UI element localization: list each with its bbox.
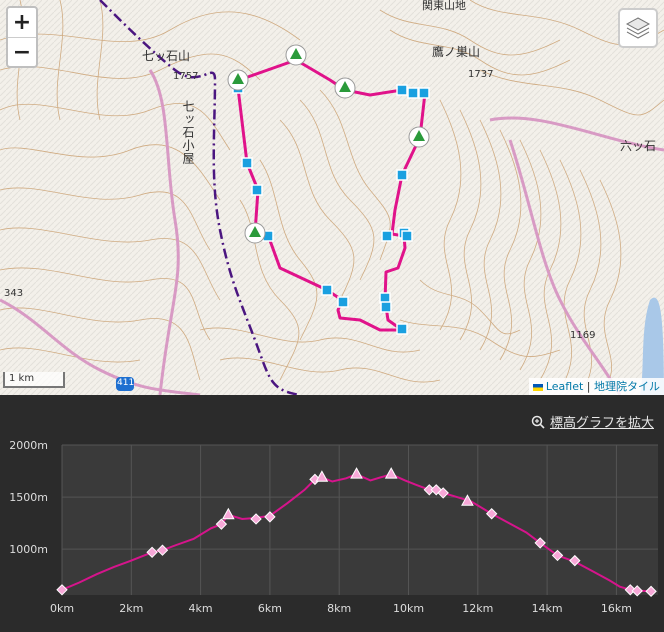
label-takanosu-yama: 鷹ノ巣山 — [432, 45, 481, 59]
label-nanatsuishi-yama: 七ッ石山 — [142, 49, 191, 63]
attribution: Leaflet | 地理院タイル — [528, 378, 664, 395]
attribution-separator: | — [583, 380, 594, 393]
expand-graph-button[interactable]: 標高グラフを拡大 — [531, 412, 654, 431]
label-nanatsuishi-goya: 七ッ石小屋 — [181, 100, 195, 165]
label-elev-343: 343 — [4, 288, 24, 299]
y-tick-label: 1000m — [9, 543, 48, 556]
topographic-map-tiles — [0, 0, 664, 395]
plot-area — [62, 445, 658, 595]
zoom-in-icon — [531, 415, 545, 429]
ukraine-flag-icon — [532, 383, 543, 391]
label-elev-1757: 1757 — [173, 71, 199, 82]
label-rokkuishi: 六ッ石 — [620, 139, 657, 153]
scale-bar: 1 km — [3, 372, 65, 388]
y-tick-label: 2000m — [9, 439, 48, 452]
x-tick-label: 2km — [119, 602, 143, 615]
layers-button[interactable] — [618, 8, 658, 48]
x-tick-label: 14km — [532, 602, 563, 615]
x-tick-label: 16km — [601, 602, 632, 615]
x-tick-label: 6km — [258, 602, 282, 615]
y-tick-label: 1500m — [9, 491, 48, 504]
elevation-graph-panel: 1000m 1500m 2000m 0km 2km 4km 6km 8km 10km 12km 14… — [0, 395, 664, 632]
x-tick-label: 8km — [327, 602, 351, 615]
x-tick-label: 4km — [189, 602, 213, 615]
map-view[interactable]: 七ッ石山 1757 七ッ石小屋 鷹ノ巣山 1737 関東山地 六ッ石 343 1… — [0, 0, 664, 395]
label-elev-1169: 1169 — [570, 330, 596, 341]
layers-icon — [625, 17, 651, 39]
zoom-out-button[interactable]: − — [8, 37, 36, 66]
zoom-control: + − — [6, 6, 38, 68]
label-kanto-sanchi: 関東山地 — [422, 0, 466, 12]
expand-graph-label: 標高グラフを拡大 — [549, 416, 654, 431]
x-tick-label: 12km — [462, 602, 493, 615]
leaflet-link[interactable]: Leaflet — [546, 380, 583, 393]
x-tick-label: 0km — [50, 602, 74, 615]
label-elev-1737: 1737 — [468, 69, 494, 80]
zoom-in-button[interactable]: + — [8, 8, 36, 37]
gsi-tile-link[interactable]: 地理院タイル — [594, 380, 660, 393]
x-tick-label: 10km — [393, 602, 424, 615]
route-411-shield: 411 — [117, 378, 135, 388]
